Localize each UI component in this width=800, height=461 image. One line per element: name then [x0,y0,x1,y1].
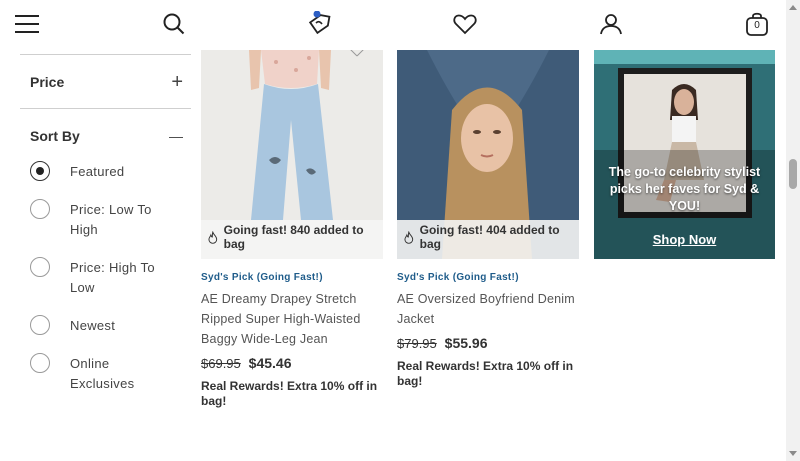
scrollbar[interactable] [786,0,800,461]
account-icon[interactable] [598,11,624,37]
sort-option-price-low-high[interactable]: Price: Low To High [30,199,191,240]
product-name[interactable]: AE Oversized Boyfriend Denim Jacket [397,289,579,329]
sort-by-section: Sort By — Featured Price: Low To High Pr… [20,109,191,394]
price-filter-label: Price [30,73,65,90]
product-image[interactable]: Going fast! 404 added to bag [397,50,579,259]
product-price: $79.95 $55.96 [397,335,579,351]
scroll-down-arrow[interactable] [789,451,797,456]
price-filter[interactable]: Price + [20,55,191,108]
shop-now-link[interactable]: Shop Now [594,232,775,247]
scroll-thumb[interactable] [789,159,797,189]
rewards-promo: Real Rewards! Extra 10% off in bag! [397,359,574,388]
sort-by-label: Sort By [30,127,80,144]
badge-text: Going fast! 840 added to bag [223,223,364,251]
collapse-icon[interactable]: — [169,129,183,143]
radio[interactable] [30,199,50,219]
going-fast-badge: Going fast! 840 added to bag [207,223,383,251]
sort-options: Featured Price: Low To High Price: High … [20,161,191,394]
rewards-tag-icon[interactable] [306,11,332,37]
sort-option-label: Price: High To Low [70,260,155,295]
top-nav: 0 [0,0,786,50]
product-card[interactable]: Going fast! 404 added to bag Syd's Pick … [397,50,579,389]
promo-headline: The go-to celebrity stylist picks her fa… [608,165,761,213]
sort-option-online-exclusives[interactable]: Online Exclusives [30,353,191,394]
radio-selected[interactable] [30,161,50,181]
bag-icon[interactable]: 0 [744,11,770,37]
bag-count: 0 [754,20,760,31]
promo-image [594,50,775,259]
flame-icon [208,230,218,244]
radio[interactable] [30,315,50,335]
product-tag: Syd's Pick (Going Fast!) [397,272,519,283]
original-price: $79.95 [397,336,437,351]
sort-option-price-high-low[interactable]: Price: High To Low [30,257,191,298]
sort-option-label: Online Exclusives [70,356,135,391]
sort-option-label: Featured [70,164,125,179]
sort-option-label: Price: Low To High [70,202,152,237]
filter-sidebar: Price + Sort By — Featured Price: Low To… [20,50,191,412]
expand-icon[interactable]: + [171,72,183,92]
product-name[interactable]: AE Dreamy Drapey Stretch Ripped Super Hi… [201,289,383,349]
going-fast-badge: Going fast! 404 added to bag [403,223,579,251]
sort-option-newest[interactable]: Newest [30,315,191,336]
menu-icon[interactable] [14,11,40,37]
radio[interactable] [30,353,50,373]
original-price: $69.95 [201,356,241,371]
product-image[interactable]: Going fast! 840 added to bag [201,50,383,259]
product-price: $69.95 $45.46 [201,355,383,371]
sort-option-label: Newest [70,318,116,333]
heart-icon[interactable] [452,11,478,37]
sale-price: $55.96 [444,335,488,351]
sale-price: $45.46 [248,355,292,371]
radio[interactable] [30,257,50,277]
search-icon[interactable] [161,11,187,37]
product-tag: Syd's Pick (Going Fast!) [201,272,323,283]
flame-icon [404,230,414,244]
scroll-up-arrow[interactable] [789,5,797,10]
promo-tile[interactable]: The go-to celebrity stylist picks her fa… [594,50,775,259]
badge-text: Going fast! 404 added to bag [419,223,560,251]
rewards-promo: Real Rewards! Extra 10% off in bag! [201,379,378,408]
product-card[interactable]: Going fast! 840 added to bag Syd's Pick … [201,50,383,409]
sort-option-featured[interactable]: Featured [30,161,191,182]
